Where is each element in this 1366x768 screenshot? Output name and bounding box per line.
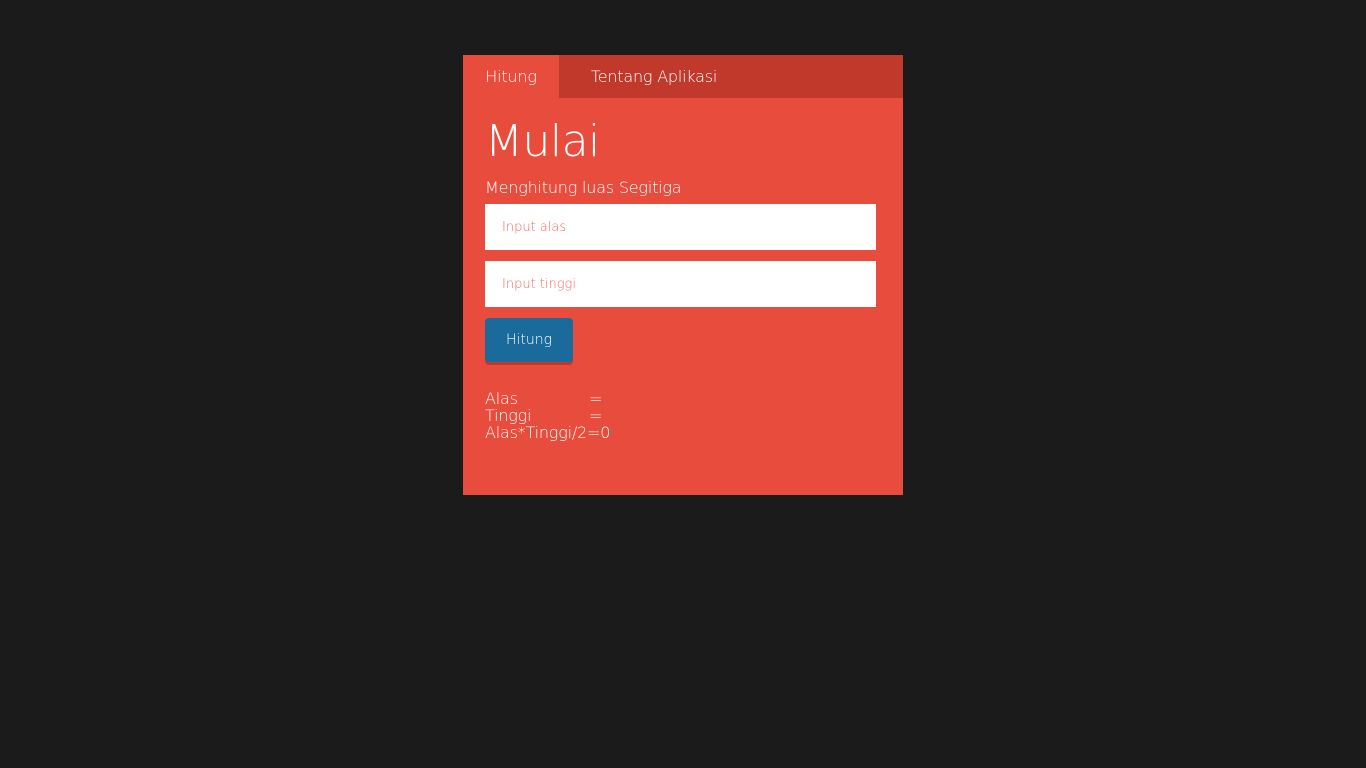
result-tinggi-value: = [589, 406, 603, 425]
tab-bar: Hitung Tentang Aplikasi [463, 55, 903, 98]
results: Alas = Tinggi = Alas*Tinggi/2=0 [485, 390, 881, 441]
app-panel: Hitung Tentang Aplikasi Mulai Menghitung… [463, 55, 903, 495]
result-tinggi-label: Tinggi [485, 406, 532, 425]
result-formula: Alas*Tinggi/2=0 [485, 423, 611, 442]
result-alas-row: Alas = [485, 390, 881, 407]
result-alas-label: Alas [485, 389, 518, 408]
page-title: Mulai [485, 116, 600, 167]
result-alas-value: = [589, 389, 603, 408]
tab-tentang-aplikasi[interactable]: Tentang Aplikasi [559, 55, 749, 98]
tinggi-input[interactable] [485, 261, 876, 307]
result-tinggi-row: Tinggi = [485, 407, 881, 424]
alas-input[interactable] [485, 204, 876, 250]
tab-hitung[interactable]: Hitung [463, 55, 559, 98]
hitung-button[interactable]: Hitung [485, 318, 573, 362]
page-subtitle: Menghitung luas Segitiga [485, 178, 682, 197]
main-content: Mulai Menghitung luas Segitiga Hitung Al… [463, 98, 903, 441]
